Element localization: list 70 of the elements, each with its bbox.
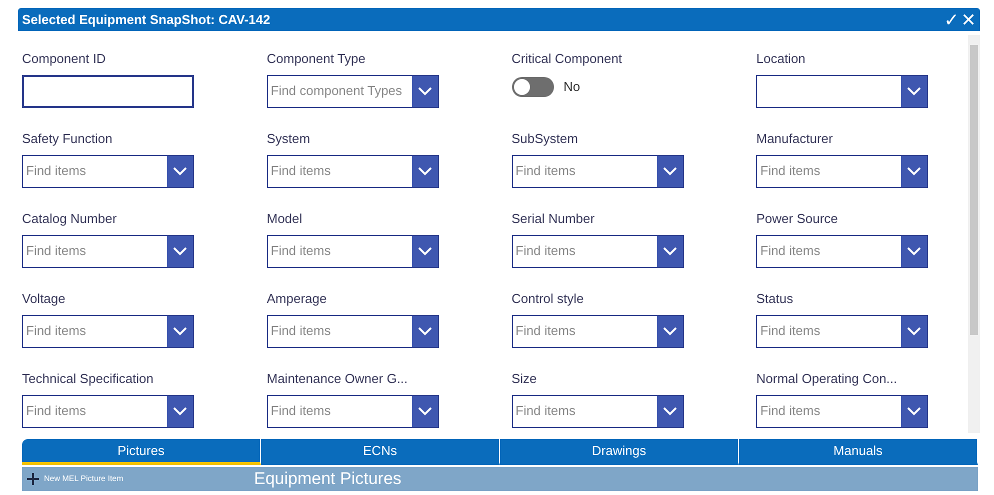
field-label: Manufacturer xyxy=(756,130,834,148)
dropdown-field[interactable]: Find items xyxy=(756,154,928,188)
dropdown-field[interactable]: Find items xyxy=(266,394,439,428)
dropdown-field[interactable]: Find items xyxy=(266,154,439,188)
field-label: Critical Component xyxy=(512,50,624,68)
chevron-down-icon xyxy=(656,156,682,186)
field-label: Technical Specification xyxy=(22,370,155,388)
tab[interactable]: ECNs xyxy=(261,439,500,465)
tab[interactable]: Pictures xyxy=(22,439,261,465)
dropdown-field[interactable]: Find component Types xyxy=(266,74,439,108)
chevron-down-icon xyxy=(167,156,193,186)
field-label: Safety Function xyxy=(22,130,114,148)
dropdown-field[interactable]: Find items xyxy=(22,314,194,348)
chevron-down-icon xyxy=(412,236,438,266)
dropdown-field[interactable]: Find items xyxy=(512,154,684,188)
chevron-down-icon xyxy=(901,156,928,186)
dropdown-field[interactable]: Find items xyxy=(756,234,928,268)
dropdown-field[interactable]: Find items xyxy=(22,234,194,268)
scrollbar[interactable] xyxy=(968,35,980,433)
section-title: Equipment Pictures xyxy=(254,468,402,490)
chevron-down-icon xyxy=(412,76,438,106)
field-label: Voltage xyxy=(22,290,66,308)
close-button[interactable]: ✕ xyxy=(961,10,976,28)
field-label: Normal Operating Con... xyxy=(756,370,898,388)
field-label: Component Type xyxy=(266,50,367,68)
chevron-down-icon xyxy=(412,316,438,346)
field-label: Model xyxy=(266,210,304,228)
field-label: Control style xyxy=(512,290,585,308)
field-label: Serial Number xyxy=(512,210,596,228)
field-label: Catalog Number xyxy=(22,210,118,228)
confirm-button[interactable]: ✓ xyxy=(944,10,959,28)
input-field[interactable] xyxy=(22,74,194,108)
chevron-down-icon xyxy=(901,396,928,426)
field-label: Size xyxy=(512,370,538,388)
field-label: SubSystem xyxy=(512,130,579,148)
dropdown-field[interactable]: Find items xyxy=(22,154,194,188)
chevron-down-icon xyxy=(412,156,438,186)
chevron-down-icon xyxy=(656,316,682,346)
field-label: Amperage xyxy=(266,290,328,308)
chevron-down-icon xyxy=(167,396,193,426)
field-label: Component ID xyxy=(22,50,107,68)
toggle-value: No xyxy=(564,78,580,96)
plus-icon xyxy=(26,472,40,486)
chevron-down-icon xyxy=(412,396,438,426)
field-label: Maintenance Owner G... xyxy=(266,370,409,388)
field-label: Power Source xyxy=(756,210,839,228)
chevron-down-icon xyxy=(167,316,193,346)
chevron-down-icon xyxy=(167,236,193,266)
dropdown-field[interactable]: Find items xyxy=(756,394,928,428)
new-item-button[interactable]: New MEL Picture Item xyxy=(26,472,248,486)
dropdown-field[interactable]: Find items xyxy=(266,314,439,348)
dropdown-field[interactable]: Find items xyxy=(512,314,684,348)
tab[interactable]: Manuals xyxy=(739,439,978,465)
dropdown-field[interactable] xyxy=(756,74,928,108)
chevron-down-icon xyxy=(656,396,682,426)
field-label: Status xyxy=(756,290,794,308)
tab[interactable]: Drawings xyxy=(500,439,739,465)
chevron-down-icon xyxy=(901,236,928,266)
chevron-down-icon xyxy=(656,236,682,266)
dropdown-field[interactable]: Find items xyxy=(22,394,194,428)
dropdown-field[interactable]: Find items xyxy=(266,234,439,268)
dropdown-field[interactable]: Find items xyxy=(756,314,928,348)
dropdown-field[interactable]: Find items xyxy=(512,234,684,268)
toggle-switch[interactable] xyxy=(512,76,554,96)
window-title: Selected Equipment SnapShot: CAV-142 xyxy=(22,10,270,29)
field-label: Location xyxy=(756,50,806,68)
chevron-down-icon xyxy=(901,76,928,106)
chevron-down-icon xyxy=(901,316,928,346)
dropdown-field[interactable]: Find items xyxy=(512,394,684,428)
field-label: System xyxy=(266,130,312,148)
